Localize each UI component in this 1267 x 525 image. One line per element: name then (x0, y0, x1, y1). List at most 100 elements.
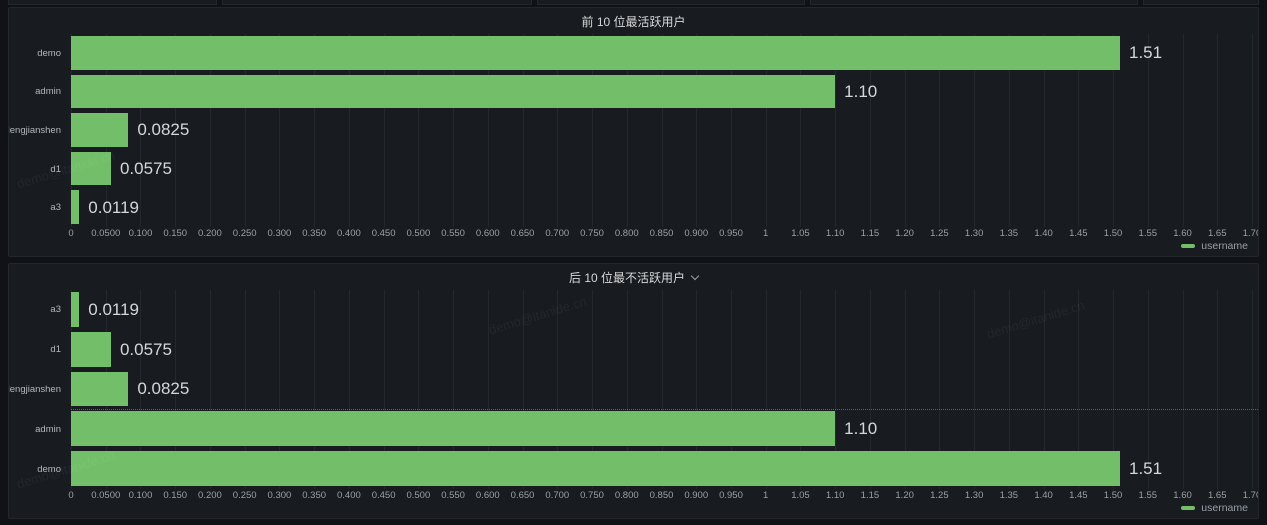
category-label: demo (9, 449, 71, 489)
panel-title-text: 前 10 位最活跃用户 (581, 13, 685, 30)
bar-track: 0.0825 (71, 111, 1252, 150)
x-tick-label: 1.15 (861, 490, 880, 501)
x-tick-label: 1.20 (895, 490, 914, 501)
x-tick-label: 0.450 (372, 490, 396, 501)
panel-top-10-active-users: 前 10 位最活跃用户 demo1.51admin 1.10 dengjianshe… (8, 7, 1259, 257)
category-label: admin (9, 73, 71, 112)
bar-track: 1.10 (71, 73, 1252, 112)
bar-row: d10.0575 (9, 330, 1252, 370)
x-tick-label: 0.850 (650, 490, 674, 501)
bar-row: demo1.51 (9, 34, 1252, 73)
legend-color-swatch-icon (1181, 506, 1195, 510)
x-tick-label: 1.25 (930, 490, 949, 501)
bar-row: admin 1.10 (9, 73, 1252, 112)
bar[interactable] (71, 332, 111, 367)
x-tick-label: 0.600 (476, 490, 500, 501)
x-tick-label: 0.950 (719, 228, 743, 239)
x-tick-label: 1 (763, 228, 768, 239)
value-label: 0.0825 (137, 379, 189, 399)
x-tick-label: 0.300 (268, 490, 292, 501)
clipped-panel (222, 0, 532, 5)
bar[interactable] (71, 292, 79, 327)
panel-title-top-active[interactable]: 前 10 位最活跃用户 (9, 8, 1258, 34)
bar[interactable] (71, 75, 835, 109)
bar-track: 0.0119 (71, 290, 1252, 330)
x-tick-label: 1.55 (1139, 490, 1158, 501)
x-tick-label: 0.750 (580, 228, 604, 239)
x-tick-label: 0.900 (684, 490, 708, 501)
x-tick-label: 1.55 (1139, 228, 1158, 239)
value-label: 0.0119 (88, 198, 139, 218)
bar-track: 1.51 (71, 34, 1252, 73)
x-tick-label: 0.150 (163, 228, 187, 239)
category-label: a3 (9, 188, 71, 227)
panel-title-bottom-inactive[interactable]: 后 10 位最不活跃用户 (9, 264, 1258, 290)
bar-row: dengjianshen0.0825 (9, 370, 1252, 410)
x-tick-label: 1.10 (826, 490, 845, 501)
x-tick-label: 0.200 (198, 490, 222, 501)
clipped-panel (8, 0, 217, 5)
bar[interactable] (71, 36, 1120, 70)
legend-item-username[interactable]: username (1181, 240, 1248, 252)
x-tick-label: 0.150 (163, 490, 187, 501)
panel-title-text: 后 10 位最不活跃用户 (569, 269, 685, 286)
bar-row: demo1.51 (9, 449, 1252, 489)
x-tick-label: 1.45 (1069, 490, 1088, 501)
x-tick-label: 1.50 (1104, 228, 1123, 239)
legend: username (9, 240, 1258, 256)
legend-item-username[interactable]: username (1181, 502, 1248, 514)
x-tick-label: 0 (68, 228, 73, 239)
bar-track: 0.0575 (71, 150, 1252, 189)
bar[interactable] (71, 113, 128, 147)
value-label: 0.0575 (120, 159, 172, 179)
x-tick-label: 1.70 (1243, 228, 1259, 239)
legend-label: username (1201, 502, 1248, 514)
x-tick-label: 0.450 (372, 228, 396, 239)
category-label: dengjianshen (9, 111, 71, 150)
x-tick-label: 0.800 (615, 228, 639, 239)
x-tick-label: 0 (68, 490, 73, 501)
x-tick-label: 0.0500 (91, 228, 120, 239)
category-label: a3 (9, 290, 71, 330)
grafana-dashboard: 前 10 位最活跃用户 demo1.51admin1.10dengjianshe… (0, 0, 1267, 525)
x-tick-label: 0.350 (302, 228, 326, 239)
x-tick-label: 0.550 (441, 228, 465, 239)
x-tick-label: 1.05 (791, 228, 810, 239)
bar-row: a3 0.0119 (9, 290, 1252, 330)
legend-color-swatch-icon (1181, 244, 1195, 248)
category-label: demo (9, 34, 71, 73)
value-label: 1.10 (844, 82, 877, 102)
x-tick-label: 0.200 (198, 228, 222, 239)
bar[interactable] (71, 372, 128, 407)
x-tick-label: 0.100 (129, 228, 153, 239)
bar-track: 0.0575 (71, 330, 1252, 370)
bar-rows: a30.0119d10.0575dengjianshen0.0825admin1… (9, 290, 1252, 489)
bar[interactable] (71, 152, 111, 186)
x-tick-label: 1.35 (1000, 228, 1019, 239)
bar-row: d1 0.0575 (9, 150, 1252, 189)
category-label: d1 (9, 150, 71, 189)
gridline (1252, 34, 1253, 227)
x-axis: 00.05000.1000.1500.2000.2500.3000.3500.4… (71, 489, 1252, 502)
panel-bottom-10-inactive-users: 后 10 位最不活跃用户 a3 0.0119 d10.0575dengjianshe… (8, 263, 1259, 519)
x-tick-label: 0.250 (233, 490, 257, 501)
bar[interactable] (71, 411, 835, 446)
x-tick-label: 1.35 (1000, 490, 1019, 501)
bar[interactable] (71, 451, 1120, 486)
x-tick-label: 0.250 (233, 228, 257, 239)
value-label: 0.0119 (88, 300, 139, 320)
bar[interactable] (71, 190, 79, 224)
x-tick-label: 0.350 (302, 490, 326, 501)
legend: username (9, 502, 1258, 518)
value-label: 0.0825 (137, 120, 189, 140)
x-tick-label: 0.650 (511, 490, 535, 501)
x-axis: 00.05000.1000.1500.2000.2500.3000.3500.4… (71, 227, 1252, 240)
x-tick-label: 0.700 (545, 228, 569, 239)
x-tick-label: 0.750 (580, 490, 604, 501)
x-tick-label: 0.700 (545, 490, 569, 501)
legend-label: username (1201, 240, 1248, 252)
x-tick-label: 0.550 (441, 490, 465, 501)
x-tick-label: 1.15 (861, 228, 880, 239)
bar-chart-top-active: demo1.51admin 1.10 dengjianshen 0.0825 d1 0.0… (9, 34, 1258, 256)
bar-track: 0.0119 (71, 188, 1252, 227)
